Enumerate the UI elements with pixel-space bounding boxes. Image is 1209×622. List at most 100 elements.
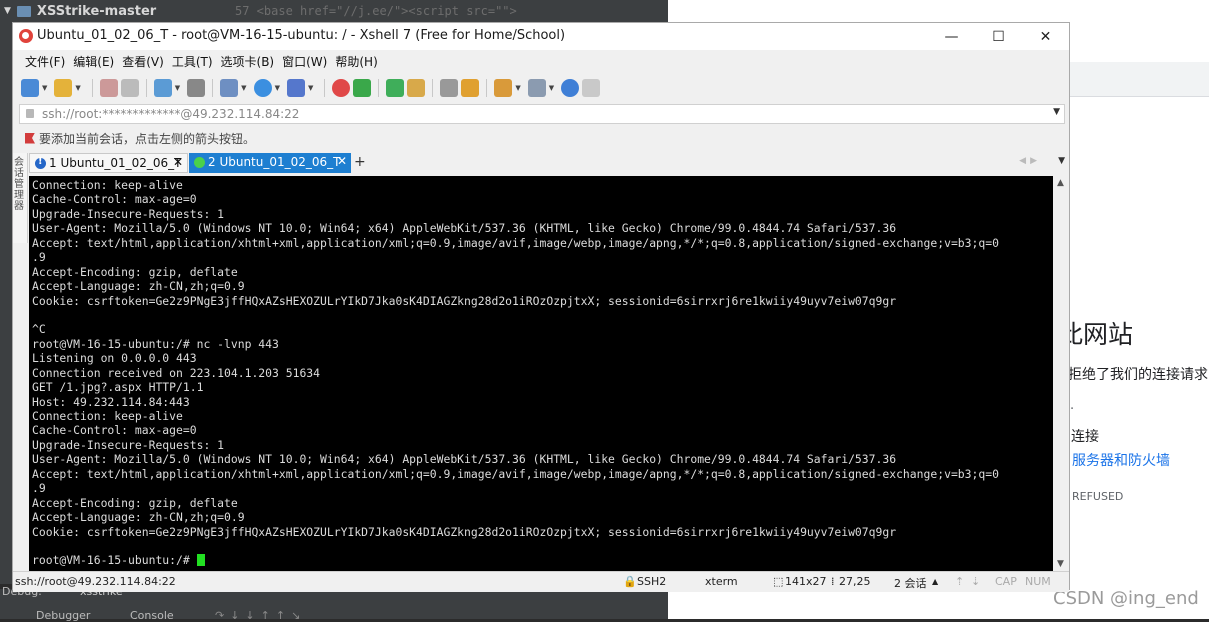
- close-tab-icon[interactable]: ✕: [337, 154, 347, 168]
- scroll-down-icon[interactable]: ▼: [1057, 559, 1064, 569]
- watermark: CSDN @ing_end: [1053, 588, 1199, 609]
- layout-icon[interactable]: [527, 79, 546, 97]
- open-folder-icon[interactable]: [54, 79, 73, 97]
- terminal-lines: Connection: keep-alive Cache-Control: max…: [32, 178, 999, 568]
- connected-icon: [194, 157, 205, 168]
- menu-window[interactable]: 窗口(W): [278, 52, 331, 72]
- chevron-down-icon[interactable]: ▼: [275, 84, 280, 92]
- terminal-cursor: [196, 554, 205, 567]
- chevron-down-icon[interactable]: ▼: [42, 84, 47, 92]
- browser-error-code: REFUSED: [1072, 490, 1124, 503]
- title-bar[interactable]: Ubuntu_01_02_06_T - root@VM-16-15-ubuntu…: [13, 23, 1069, 50]
- transfer-icon[interactable]: [220, 79, 239, 97]
- new-session-icon[interactable]: [21, 79, 39, 97]
- flag-icon[interactable]: [25, 132, 35, 144]
- disconnect-icon[interactable]: [120, 79, 139, 97]
- status-cursor-position: 27,25: [839, 575, 871, 588]
- terminal-line: Host: 49.232.114.84:443: [32, 394, 190, 409]
- tab-session-1[interactable]: 1 Ubuntu_01_02_06_T ✕: [29, 153, 188, 173]
- terminal-line: Listening on 0.0.0.0 443: [32, 351, 197, 366]
- toolbar-divider: [324, 79, 326, 97]
- window-title: Ubuntu_01_02_06_T - root@VM-16-15-ubuntu…: [37, 28, 566, 43]
- folder-icon: [16, 5, 31, 17]
- find-icon[interactable]: [187, 79, 206, 97]
- chevron-down-icon[interactable]: ▼: [1053, 107, 1060, 117]
- upload-icon: ⇡: [955, 575, 965, 588]
- tab-label: 1 Ubuntu_01_02_06_T: [49, 156, 182, 170]
- chevron-down-icon[interactable]: ▼: [515, 84, 520, 92]
- browser-bullet: ·: [1070, 402, 1075, 417]
- status-caps: CAP: [995, 575, 1017, 588]
- script-icon[interactable]: [494, 79, 513, 97]
- ide-step-icons[interactable]: ↷↓↓↑↑↘: [215, 609, 306, 622]
- chevron-down-icon[interactable]: ▼: [75, 84, 80, 92]
- xshell-logo-icon: [19, 29, 33, 43]
- globe-icon[interactable]: [253, 79, 272, 97]
- lock-icon: [26, 109, 34, 118]
- menu-help[interactable]: 帮助(H): [331, 52, 381, 72]
- terminal-output[interactable]: Connection: keep-alive Cache-Control: max…: [29, 176, 1053, 571]
- toolbar-divider: [432, 79, 434, 97]
- add-tab-button[interactable]: +: [354, 154, 366, 170]
- terminal-line: Connection: keep-alive: [32, 409, 183, 423]
- address-input[interactable]: ssh://root:*************@49.232.114.84:2…: [42, 107, 299, 121]
- close-tab-icon[interactable]: ✕: [173, 155, 183, 169]
- terminal-prompt-line[interactable]: root@VM-16-15-ubuntu:/#: [32, 553, 999, 567]
- menu-file[interactable]: 文件(F): [21, 52, 69, 72]
- browser-error-description: 拒绝了我们的连接请求: [1068, 367, 1208, 383]
- chevron-up-icon[interactable]: ▲: [932, 577, 938, 586]
- tab-label: 2 Ubuntu_01_02_06_T: [208, 155, 341, 169]
- comment-icon[interactable]: [582, 79, 601, 97]
- help-icon[interactable]: [561, 79, 580, 97]
- chevron-down-icon[interactable]: ▼: [175, 84, 180, 92]
- status-size: 141x27: [785, 575, 827, 588]
- terminal-line: root@VM-16-15-ubuntu:/# nc -lvnp 443: [32, 336, 279, 351]
- chevron-down-icon: ▼: [4, 6, 11, 16]
- chevron-down-icon[interactable]: ▼: [241, 84, 246, 92]
- terminal-line: ^C: [32, 322, 46, 337]
- terminal-line: User-Agent: Mozilla/5.0 (Windows NT 10.0…: [32, 452, 897, 467]
- xftp-icon[interactable]: [332, 79, 351, 97]
- close-button[interactable]: ✕: [1022, 23, 1069, 50]
- chevron-down-icon[interactable]: ▼: [308, 84, 313, 92]
- keyboard-icon[interactable]: [440, 79, 459, 97]
- reconnect-icon[interactable]: [99, 79, 118, 97]
- scroll-up-icon[interactable]: ▲: [1057, 178, 1064, 188]
- chevron-down-icon[interactable]: ▼: [549, 84, 554, 92]
- xshell-plus-icon[interactable]: [353, 79, 372, 97]
- ide-debugger-tab[interactable]: Debugger: [36, 609, 90, 622]
- menu-edit[interactable]: 编辑(E): [69, 52, 118, 72]
- lock-icon: 🔒: [623, 575, 637, 588]
- menu-tools[interactable]: 工具(T): [168, 52, 217, 72]
- ide-console-tab[interactable]: Console: [130, 609, 174, 622]
- address-bar[interactable]: ssh://root:*************@49.232.114.84:2…: [19, 104, 1065, 124]
- lock-icon[interactable]: [407, 79, 426, 97]
- browser-firewall-link[interactable]: 服务器和防火墙: [1072, 450, 1170, 470]
- terminal-line: Accept-Encoding: gzip, deflate: [32, 495, 238, 510]
- highlight-icon[interactable]: [461, 79, 480, 97]
- status-bar: ssh://root@49.232.114.84:22 🔒 SSH2 xterm…: [13, 571, 1069, 592]
- terminal-scrollbar[interactable]: ▲ ▼: [1053, 176, 1069, 571]
- fullscreen-icon[interactable]: [386, 79, 405, 97]
- tab-scroll-icons[interactable]: ◀▶: [1019, 156, 1041, 166]
- maximize-button[interactable]: ☐: [975, 23, 1022, 50]
- status-protocol: SSH2: [637, 575, 667, 588]
- tab-session-2[interactable]: 2 Ubuntu_01_02_06_T ✕: [189, 153, 351, 173]
- terminal-prompt: root@VM-16-15-ubuntu:/#: [32, 553, 197, 568]
- chevron-down-icon[interactable]: ▼: [1058, 156, 1065, 166]
- menu-view[interactable]: 查看(V): [118, 52, 168, 72]
- terminal-line: Accept-Language: zh-CN,zh;q=0.9: [32, 510, 245, 525]
- terminal-line: Accept: text/html,application/xhtml+xml,…: [32, 235, 999, 250]
- terminal-line: Cache-Control: max-age=0: [32, 192, 197, 207]
- status-sessions[interactable]: 2 会话: [894, 575, 927, 591]
- menu-tabs[interactable]: 选项卡(B): [217, 52, 279, 72]
- font-icon[interactable]: [286, 79, 305, 97]
- minimize-button[interactable]: —: [928, 23, 975, 50]
- properties-icon[interactable]: [153, 79, 172, 97]
- terminal-line: Accept: text/html,application/xhtml+xml,…: [32, 466, 999, 481]
- size-icon: ⬚: [773, 575, 784, 588]
- ide-project-label[interactable]: ▼ XSStrike-master: [0, 0, 156, 22]
- terminal-line: Connection received on 223.104.1.203 516…: [32, 365, 321, 380]
